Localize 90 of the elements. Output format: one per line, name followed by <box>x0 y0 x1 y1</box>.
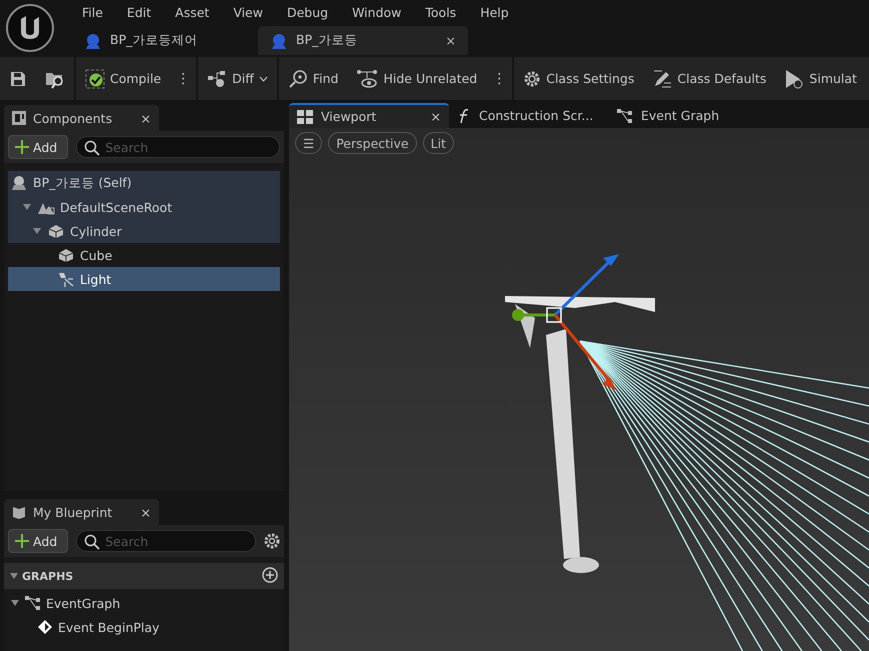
add-circle-icon[interactable] <box>262 566 278 582</box>
tree-item[interactable]: BP_가로등 (Self) <box>8 171 280 195</box>
chevron-down-icon <box>258 76 268 82</box>
editor-tab[interactable]: Event Graph <box>609 103 769 128</box>
tab-label: BP_가로등제어 <box>110 32 198 49</box>
save-icon <box>9 70 27 88</box>
more-options-button[interactable]: ⋮ <box>486 70 512 86</box>
toolbar-button[interactable]: Hide Unrelated <box>347 68 486 88</box>
menu-item[interactable]: Help <box>468 4 521 20</box>
tab-label: Components <box>33 110 112 126</box>
search-icon <box>84 534 100 550</box>
toolbar-button[interactable]: Class Settings <box>514 70 644 88</box>
section-header[interactable]: GRAPHS <box>4 563 284 589</box>
engine-logo[interactable] <box>6 4 54 52</box>
panel-tab[interactable]: My Blueprint × <box>4 499 159 525</box>
editor-tab[interactable]: Construction Scr... <box>449 103 609 128</box>
plus-icon <box>15 140 29 154</box>
search-icon <box>84 140 100 156</box>
hide-nodes-eye-icon <box>356 68 378 88</box>
item-label: DefaultSceneRoot <box>60 200 172 214</box>
tab-label: Construction Scr... <box>479 108 594 123</box>
tab-label: My Blueprint <box>33 504 112 520</box>
blueprint-icon <box>270 32 288 50</box>
tree-item[interactable]: DefaultSceneRoot <box>8 195 280 219</box>
search-field[interactable]: Search <box>76 136 280 158</box>
caret-icon <box>23 203 31 211</box>
play-gears-icon <box>784 68 804 88</box>
menu-item[interactable]: Tools <box>413 4 468 20</box>
find-icon <box>288 68 308 88</box>
toolbar-button[interactable]: Find <box>278 68 348 88</box>
close-icon[interactable]: × <box>140 504 151 520</box>
tree-item[interactable]: EventGraph <box>8 591 280 615</box>
pencil-lines-icon <box>652 68 672 88</box>
diff-icon <box>207 70 228 88</box>
search-field[interactable]: Search <box>76 530 256 552</box>
u-logo-icon <box>18 15 42 41</box>
document-tab[interactable]: BP_가로등 × <box>258 26 468 55</box>
plus-icon <box>15 534 29 548</box>
compile-check-icon <box>85 68 105 88</box>
cube-icon <box>57 247 75 263</box>
toolbar-button[interactable]: Compile <box>76 68 170 88</box>
panel-tab[interactable]: Components × <box>4 105 159 131</box>
add-button[interactable]: Add <box>8 135 68 159</box>
tab-label: BP_가로등 <box>296 32 358 49</box>
item-label: Event BeginPlay <box>58 620 160 634</box>
function-icon <box>457 108 471 124</box>
tree-item[interactable]: Event BeginPlay <box>8 615 280 639</box>
graph-nodes-icon <box>25 596 41 610</box>
item-label: Cube <box>80 248 112 262</box>
graph-nodes-icon <box>617 108 633 122</box>
section-title: GRAPHS <box>22 570 74 582</box>
menu-item[interactable]: Edit <box>114 4 164 20</box>
caret-icon <box>33 227 41 235</box>
item-label: Light <box>80 272 112 286</box>
more-options-button[interactable]: ⋮ <box>170 70 196 86</box>
components-icon <box>12 111 26 125</box>
add-button[interactable]: Add <box>8 529 68 553</box>
settings-icon[interactable] <box>264 533 280 549</box>
menu-item[interactable]: File <box>70 4 115 20</box>
spot-light-icon <box>57 271 75 287</box>
toolbar-button[interactable]: Diff <box>198 70 277 88</box>
editor-tab[interactable]: Viewport × <box>289 103 449 128</box>
tree-item[interactable]: Cylinder <box>8 219 280 243</box>
tree-item[interactable]: Cube <box>8 243 280 267</box>
caret-icon <box>11 599 19 607</box>
viewport-grid-icon <box>297 110 313 124</box>
actor-icon <box>10 175 28 191</box>
tab-label: Event Graph <box>641 108 720 123</box>
close-icon[interactable]: × <box>430 109 441 124</box>
cube-icon <box>47 223 65 239</box>
event-diamond-icon <box>37 619 53 635</box>
document-tab[interactable]: BP_가로등제어 <box>72 26 258 55</box>
close-icon[interactable]: × <box>446 33 456 48</box>
item-label: Cylinder <box>70 224 122 238</box>
menu-item[interactable]: View <box>221 4 275 20</box>
menu-item[interactable]: Asset <box>163 4 222 20</box>
viewport-option-button[interactable]: Perspective <box>328 132 417 154</box>
toolbar-button[interactable]: Class Defaults <box>643 68 776 88</box>
caret-icon <box>10 572 18 580</box>
item-label: EventGraph <box>46 596 120 610</box>
tab-label: Viewport <box>321 109 376 124</box>
menu-item[interactable]: Window <box>340 4 414 20</box>
blueprint-icon <box>84 32 102 50</box>
gear-icon <box>523 70 542 88</box>
tree-item[interactable]: Light <box>8 267 280 291</box>
book-icon <box>12 505 26 519</box>
menu-item[interactable]: Debug <box>274 4 340 20</box>
toolbar-button[interactable]: Simulat <box>775 68 866 88</box>
item-label: BP_가로등 (Self) <box>33 174 132 192</box>
close-icon[interactable]: × <box>140 110 151 126</box>
